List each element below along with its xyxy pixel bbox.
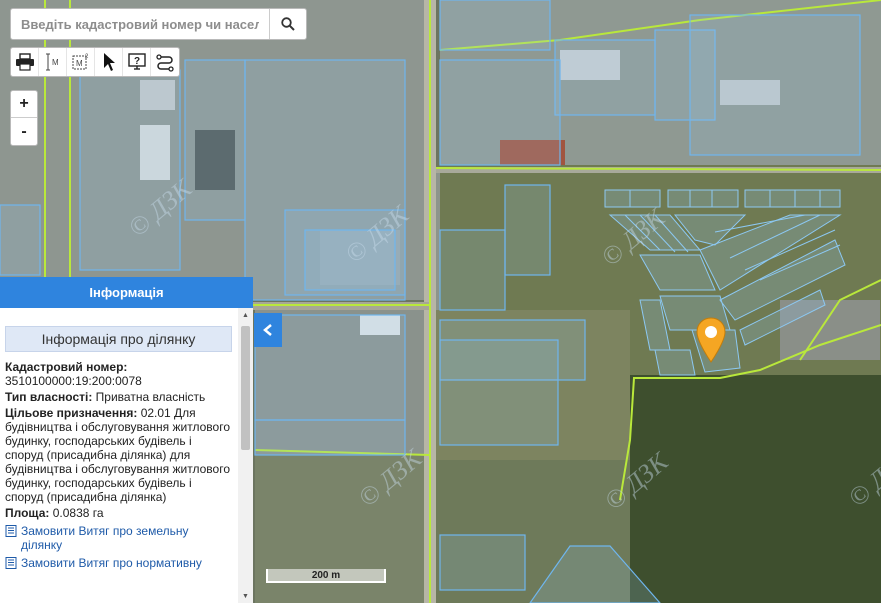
order-extract-normative-link[interactable]: Замовити Витяг про нормативну [5, 556, 232, 570]
scroll-up-arrow-icon[interactable]: ▲ [238, 308, 253, 322]
scroll-thumb[interactable] [241, 326, 250, 450]
location-marker-icon[interactable] [696, 317, 726, 363]
zoom-control: + - [10, 90, 38, 146]
print-icon [15, 53, 34, 71]
purpose-value: 02.01 Для будівництва і обслуговування ж… [5, 406, 230, 504]
route-button[interactable] [151, 48, 179, 76]
zoom-in-button[interactable]: + [11, 91, 37, 118]
info-help-button[interactable]: ? [123, 48, 151, 76]
route-icon [156, 54, 174, 72]
collapse-panel-button[interactable] [254, 313, 282, 347]
order-extract-normative-link-text[interactable]: Замовити Витяг про нормативну [21, 556, 202, 570]
search-bar [10, 8, 307, 40]
area-value: 0.0838 га [52, 506, 104, 520]
svg-text:2: 2 [85, 54, 89, 60]
area-row: Площа: 0.0838 га [5, 506, 232, 520]
cadastral-number-label: Кадастровий номер: [5, 360, 128, 374]
svg-text:?: ? [134, 56, 140, 67]
document-icon [5, 525, 17, 537]
order-extract-land-link-text[interactable]: Замовити Витяг про земельну ділянку [21, 524, 232, 552]
search-input[interactable] [11, 9, 269, 39]
panel-header: Інформація [0, 277, 253, 308]
search-button[interactable] [269, 9, 306, 39]
select-pointer-button[interactable] [95, 48, 123, 76]
zoom-out-button[interactable]: - [11, 118, 37, 145]
search-icon [281, 17, 295, 31]
measure-area-icon: M 2 [72, 54, 89, 70]
pointer-icon [103, 53, 115, 71]
svg-text:M: M [76, 59, 83, 68]
order-extract-land-link[interactable]: Замовити Витяг про земельну ділянку [5, 524, 232, 552]
panel-body: Інформація про ділянку Кадастровий номер… [0, 308, 237, 603]
purpose-row: Цільове призначення: 02.01 Для будівницт… [5, 406, 232, 504]
measure-area-button[interactable]: M 2 [67, 48, 95, 76]
panel-scrollbar[interactable]: ▲ ▼ [238, 308, 253, 603]
chevron-left-icon [263, 324, 272, 336]
cadastral-number-row: Кадастровий номер: 3510100000:19:200:007… [5, 360, 232, 388]
ownership-label: Тип власності: [5, 390, 93, 404]
measure-distance-button[interactable]: M [39, 48, 67, 76]
info-panel: Інформація Інформація про ділянку Кадаст… [0, 277, 253, 603]
info-help-icon: ? [127, 53, 146, 70]
map-toolbar: M M 2 ? [10, 47, 180, 77]
print-button[interactable] [11, 48, 39, 76]
area-label: Площа: [5, 506, 50, 520]
ownership-row: Тип власності: Приватна власність [5, 390, 232, 404]
scale-label: 200 m [311, 569, 341, 581]
measure-distance-icon: M [45, 53, 59, 71]
purpose-label: Цільове призначення: [5, 406, 138, 420]
svg-text:M: M [52, 58, 59, 67]
ownership-value: Приватна власність [95, 390, 206, 404]
document-icon [5, 557, 17, 569]
panel-subtitle: Інформація про ділянку [5, 326, 232, 352]
cadastral-number-value: 3510100000:19:200:0078 [5, 374, 142, 388]
map-scale-bar: 200 m [266, 569, 386, 583]
scroll-down-arrow-icon[interactable]: ▼ [238, 589, 253, 603]
